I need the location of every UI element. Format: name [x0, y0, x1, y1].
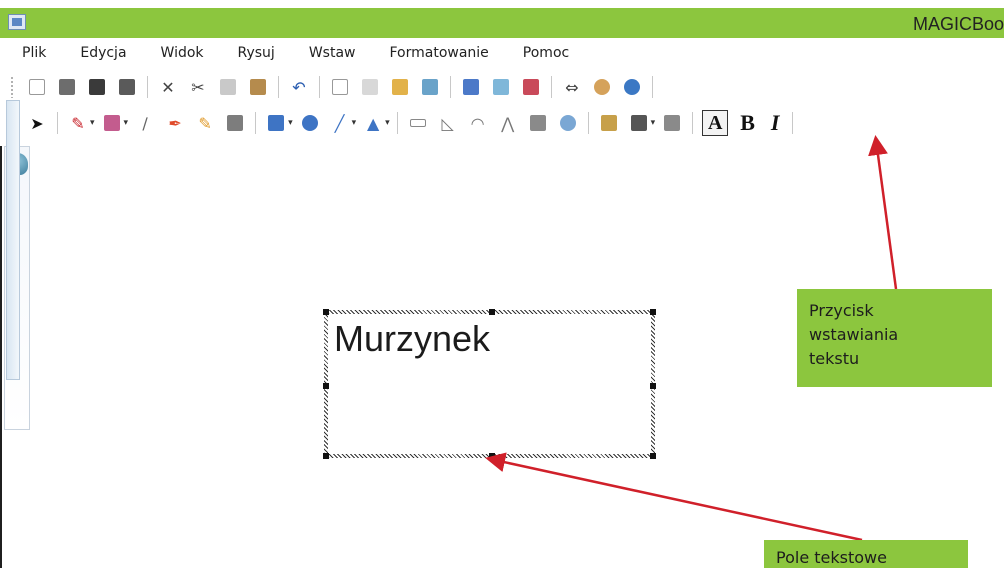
resize-handle[interactable] — [650, 309, 656, 315]
compass-icon[interactable]: ⋀ — [497, 112, 519, 134]
toolbar-separator — [692, 112, 694, 134]
new-document-icon[interactable] — [26, 76, 48, 98]
pencil-icon[interactable]: ∕ — [134, 112, 156, 134]
menu-wstaw[interactable]: Wstaw — [309, 45, 356, 61]
menu-pomoc[interactable]: Pomoc — [523, 45, 569, 61]
toolbar-separator — [396, 112, 398, 134]
resize-handle[interactable] — [489, 453, 495, 459]
highlighter-icon[interactable]: ✒ — [164, 112, 186, 134]
ellipse-icon[interactable] — [299, 112, 321, 134]
hand-icon[interactable] — [591, 76, 613, 98]
text-box-content[interactable]: Murzynek — [334, 318, 490, 360]
toolbar-grip[interactable] — [10, 76, 14, 98]
toolbar-separator — [57, 112, 58, 134]
resize-handle[interactable] — [489, 309, 495, 315]
delete-icon[interactable]: ✕ — [157, 76, 179, 98]
app-icon — [8, 14, 26, 30]
set-square-icon[interactable]: ◺ — [437, 112, 459, 134]
title-bar: MAGICBoo — [0, 8, 1004, 38]
callout-line: Pole tekstowe — [776, 548, 887, 567]
toolbar-separator — [319, 76, 320, 98]
triangle-icon[interactable]: ▲ — [362, 112, 384, 134]
side-scrollbar[interactable] — [6, 100, 20, 380]
copy-icon[interactable] — [217, 76, 239, 98]
chevron-down-icon[interactable]: ▾ — [288, 118, 293, 128]
paste-icon[interactable] — [247, 76, 269, 98]
toolbar-separator — [147, 76, 148, 98]
print-icon[interactable] — [116, 76, 138, 98]
grid-icon[interactable] — [490, 76, 512, 98]
toolbar-separator — [792, 112, 794, 134]
clock-icon[interactable] — [557, 112, 579, 134]
menu-bar: Plik Edycja Widok Rysuj Wstaw Formatowan… — [0, 38, 1004, 68]
callout-line: tekstu — [809, 349, 860, 368]
page-icon[interactable] — [329, 76, 351, 98]
marker-icon[interactable]: ✎ — [194, 112, 216, 134]
fill-icon[interactable] — [628, 112, 650, 134]
resize-handle[interactable] — [323, 309, 329, 315]
select-arrow-icon[interactable]: ➤ — [26, 112, 48, 134]
toolbar-separator — [255, 112, 257, 134]
calculator-icon[interactable] — [527, 112, 549, 134]
standard-toolbar: ✕ ✂ ↶ ⇔ — [0, 70, 1004, 104]
menu-edycja[interactable]: Edycja — [80, 45, 126, 61]
resize-handle[interactable] — [650, 453, 656, 459]
window-title: MAGICBoo — [912, 14, 1004, 34]
chevron-down-icon[interactable]: ▾ — [651, 118, 656, 128]
background-icon[interactable] — [419, 76, 441, 98]
color-picker-icon[interactable] — [661, 112, 683, 134]
toolbar-separator — [652, 76, 653, 98]
chevron-down-icon[interactable]: ▾ — [124, 118, 129, 128]
callout-line: wstawiania — [809, 325, 899, 344]
page-delete-icon[interactable] — [359, 76, 381, 98]
toolbar-separator — [551, 76, 552, 98]
pen-red-icon[interactable]: ✎ — [67, 112, 89, 134]
open-folder-icon[interactable] — [56, 76, 78, 98]
menu-plik[interactable]: Plik — [22, 45, 46, 61]
insert-text-button[interactable]: A — [702, 110, 729, 136]
edit-text-icon[interactable] — [598, 112, 620, 134]
ruler-icon[interactable] — [407, 112, 429, 134]
bold-button[interactable]: B — [740, 110, 755, 136]
text-box[interactable]: Murzynek — [323, 309, 656, 459]
eraser-tool-icon[interactable] — [101, 112, 123, 134]
pen-blue-icon[interactable] — [460, 76, 482, 98]
resize-handle[interactable] — [323, 453, 329, 459]
callout-text-box: Pole tekstowe — [764, 540, 968, 568]
toolbar-separator — [450, 76, 451, 98]
drawing-toolbar: ➤ ✎ ▾ ▾ ∕ ✒ ✎ ▾ ╱ ▾ ▲ ▾ ◺ ◠ ⋀ ▾ A B I — [0, 106, 1004, 140]
callout-text-button: Przycisk wstawiania tekstu — [797, 289, 992, 387]
chevron-down-icon[interactable]: ▾ — [90, 118, 95, 128]
toolbar-separator — [587, 112, 589, 134]
page-import-icon[interactable] — [389, 76, 411, 98]
resize-handle[interactable] — [323, 383, 329, 389]
save-icon[interactable] — [86, 76, 108, 98]
resize-handle[interactable] — [650, 383, 656, 389]
cut-icon[interactable]: ✂ — [187, 76, 209, 98]
toolbar-separator — [278, 76, 279, 98]
rectangle-icon[interactable] — [265, 112, 287, 134]
canvas-left-border — [0, 146, 2, 568]
line-icon[interactable]: ╱ — [329, 112, 351, 134]
menu-formatowanie[interactable]: Formatowanie — [389, 45, 488, 61]
italic-button[interactable]: I — [771, 110, 780, 136]
zoom-icon[interactable] — [621, 76, 643, 98]
protractor-icon[interactable]: ◠ — [467, 112, 489, 134]
eraser-icon[interactable] — [224, 112, 246, 134]
callout-line: Przycisk — [809, 301, 874, 320]
arrows-icon[interactable]: ⇔ — [561, 76, 583, 98]
chevron-down-icon[interactable]: ▾ — [385, 118, 390, 128]
screen-capture-icon[interactable] — [520, 76, 542, 98]
menu-rysuj[interactable]: Rysuj — [238, 45, 275, 61]
chevron-down-icon[interactable]: ▾ — [352, 118, 357, 128]
undo-icon[interactable]: ↶ — [288, 76, 310, 98]
menu-widok[interactable]: Widok — [161, 45, 204, 61]
